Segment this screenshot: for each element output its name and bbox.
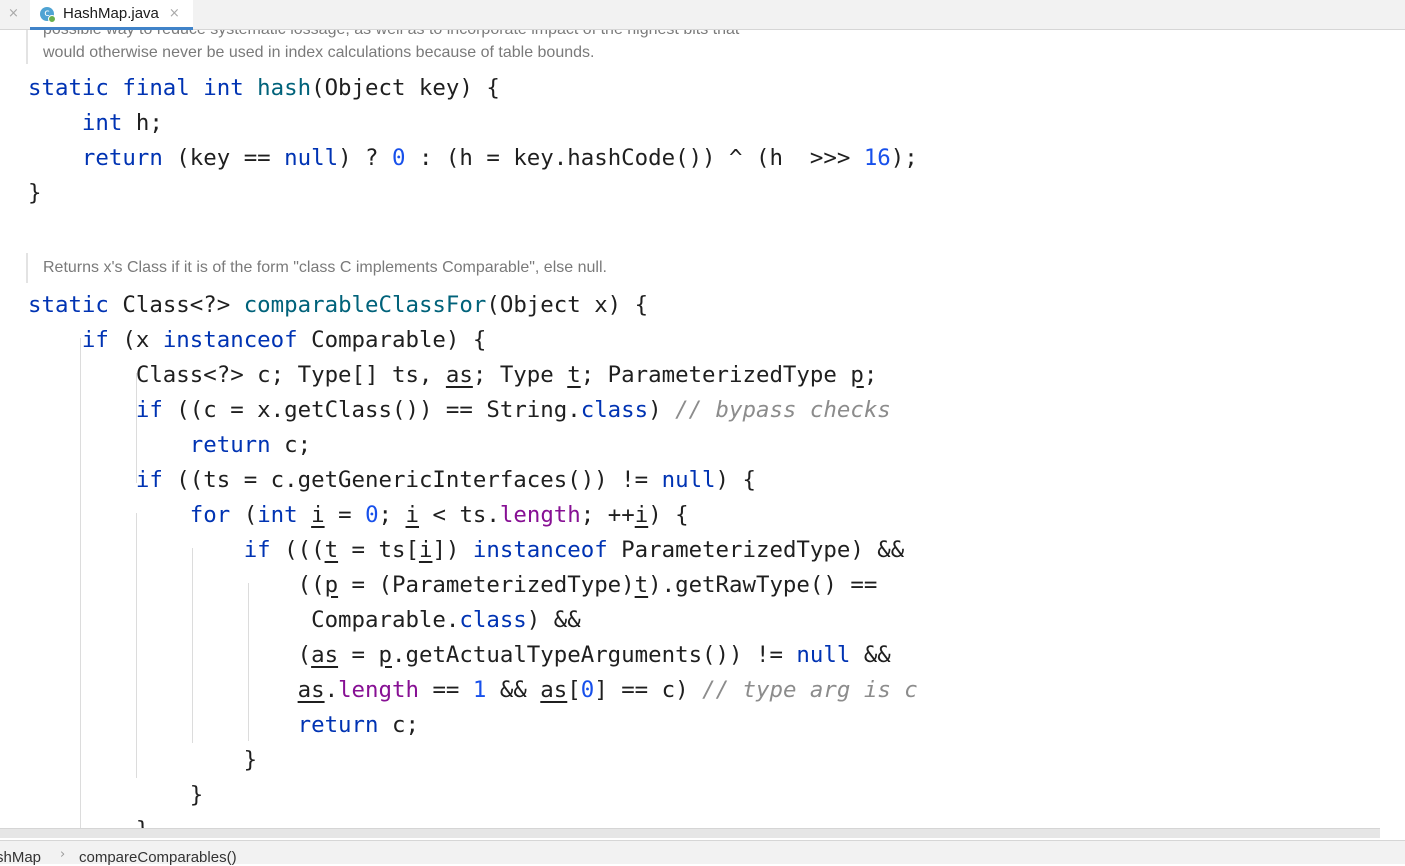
code-line: static final int hash(Object key) { (28, 75, 500, 101)
editor-tab-bar: × c HashMap.java × (0, 0, 1405, 30)
doc-line-clipped: possible way to reduce systematic lossag… (43, 30, 943, 41)
code-line: if ((ts = c.getGenericInterfaces()) != n… (135, 467, 756, 493)
code-line: ((p = (ParameterizedType)t).getRawType()… (28, 572, 878, 598)
tab-label: HashMap.java (63, 5, 159, 22)
code-line: for (int i = 0; i < ts.length; ++i) { (189, 502, 689, 528)
tab-hashmap-java[interactable]: c HashMap.java × (30, 0, 193, 30)
code-line: return c; (189, 432, 312, 458)
code-line: return (key == null) ? 0 : (h = key.hash… (81, 145, 918, 171)
code-line: static Class<?> comparableClassFor(Objec… (28, 292, 649, 318)
code-line: } (28, 813, 150, 828)
rendered-doc-comment: possible way to reduce systematic lossag… (26, 30, 943, 64)
rendered-doc-comment: Returns x's Class if it is of the form "… (26, 253, 943, 283)
code-line: (as = p.getActualTypeArguments()) != nul… (28, 642, 891, 668)
code-line: as.length == 1 && as[0] == c) // type ar… (297, 677, 918, 703)
code-editor[interactable]: possible way to reduce systematic lossag… (0, 30, 1405, 828)
tab-close-icon[interactable]: × (169, 6, 180, 21)
code-line: } (28, 180, 42, 206)
breadcrumb: shMap › compareComparables() (0, 840, 1405, 866)
breadcrumb-class[interactable]: shMap (0, 849, 41, 866)
doc-line: Returns x's Class if it is of the form "… (43, 259, 607, 276)
chevron-right-icon: › (60, 847, 66, 862)
code-line: if ((c = x.getClass()) == String.class) … (135, 397, 891, 423)
horizontal-scrollbar[interactable] (0, 828, 1380, 838)
code-line: if (((t = ts[i]) instanceof Parameterize… (243, 537, 905, 563)
java-class-icon: c (40, 6, 56, 23)
code-line: int h; (81, 110, 163, 136)
code-line: return c; (297, 712, 419, 738)
code-line: Comparable.class) && (28, 607, 581, 633)
doc-line: would otherwise never be used in index c… (43, 44, 595, 61)
code-line: } (28, 782, 204, 808)
code-line: } (28, 747, 258, 773)
close-icon[interactable]: × (8, 6, 19, 21)
breadcrumb-method[interactable]: compareComparables() (79, 849, 237, 866)
code-line: Class<?> c; Type[] ts, as; Type t; Param… (28, 362, 878, 388)
code-line: if (x instanceof Comparable) { (81, 327, 487, 353)
